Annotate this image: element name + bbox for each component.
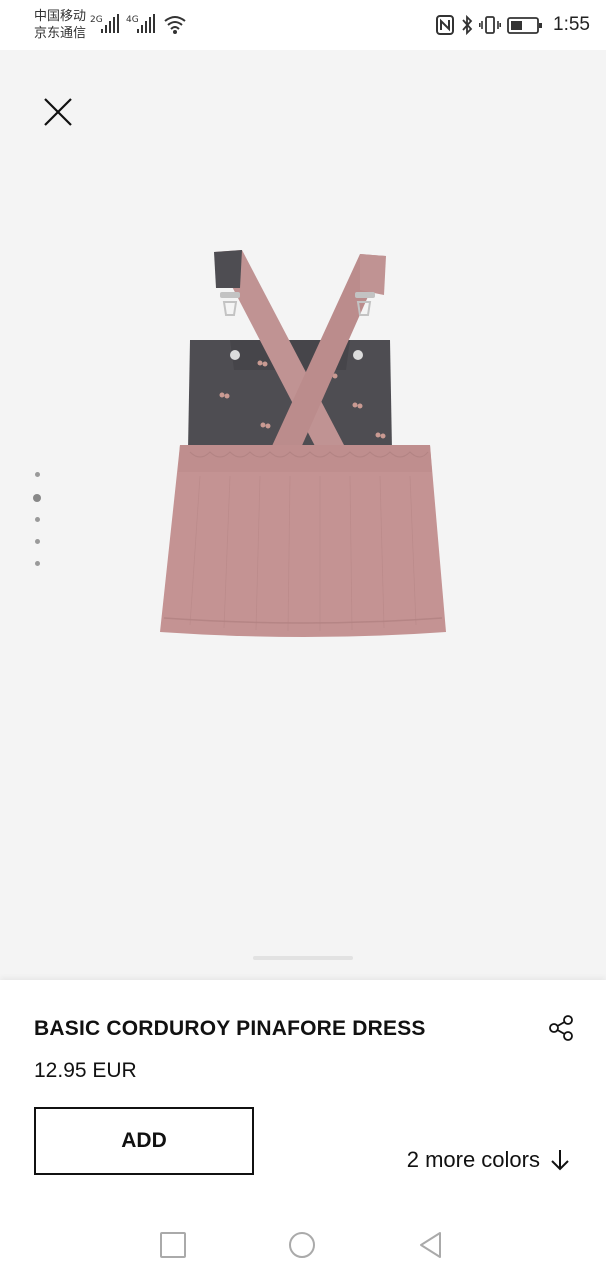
- status-right-group: 1:55: [435, 12, 590, 38]
- bluetooth-icon: [462, 14, 473, 36]
- pager-dot[interactable]: [34, 517, 40, 522]
- carrier-info: 中国移动 京东通信: [34, 8, 86, 42]
- signal-icons: 2G 4G: [90, 14, 186, 34]
- back-triangle-icon[interactable]: [416, 1230, 446, 1260]
- product-photo-pinafore-dress[interactable]: [150, 240, 460, 650]
- pager-dot[interactable]: [34, 472, 40, 477]
- carrier-name-primary: 中国移动: [34, 9, 87, 24]
- pager-dot[interactable]: [34, 539, 40, 544]
- product-title: BASIC CORDUROY PINAFORE DRESS: [34, 1017, 426, 1040]
- home-circle-icon[interactable]: [287, 1230, 317, 1260]
- status-clock: 1:55: [553, 14, 590, 35]
- network-label-2g: 2G: [90, 15, 103, 25]
- status-bar: 中国移动 京东通信 2G 4G 1:55: [0, 0, 606, 50]
- product-image-gallery[interactable]: [0, 50, 606, 980]
- more-colors-link[interactable]: 2 more colors: [407, 1147, 570, 1173]
- share-icon[interactable]: [546, 1013, 576, 1043]
- scroll-handle[interactable]: [253, 956, 353, 960]
- carrier-name-secondary: 京东通信: [34, 26, 87, 41]
- nfc-icon: [436, 15, 455, 35]
- more-colors-label: 2 more colors: [406, 1147, 540, 1172]
- close-icon[interactable]: [36, 90, 80, 134]
- product-info-panel: BASIC CORDUROY PINAFORE DRESS 12.95 EUR …: [0, 980, 606, 1210]
- pager-dot[interactable]: [34, 561, 40, 566]
- recent-apps-square-icon[interactable]: [158, 1230, 188, 1260]
- add-to-cart-button[interactable]: ADD: [34, 1107, 254, 1175]
- pager-dot-active[interactable]: [33, 494, 41, 502]
- network-label-4g: 4G: [126, 15, 139, 25]
- battery-icon: [507, 17, 543, 34]
- system-nav-bar: [0, 1210, 606, 1280]
- arrow-down-icon: [551, 1150, 569, 1171]
- vibrate-icon: [479, 16, 502, 34]
- product-price: 12.95 EUR: [34, 1059, 137, 1082]
- image-pager-dots: [32, 472, 42, 583]
- wifi-icon: [164, 16, 186, 34]
